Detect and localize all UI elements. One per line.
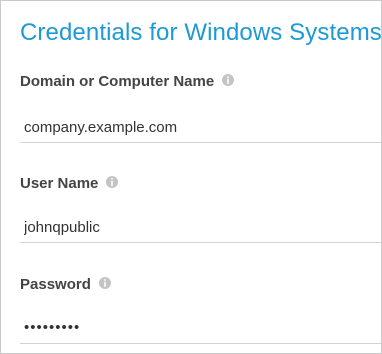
password-label-text: Password xyxy=(20,276,91,293)
username-label: User Name xyxy=(20,175,119,192)
domain-label: Domain or Computer Name xyxy=(20,73,235,90)
domain-input[interactable] xyxy=(20,113,381,143)
password-input[interactable]: ••••••••• xyxy=(20,314,381,344)
password-label: Password xyxy=(20,276,111,293)
info-icon[interactable] xyxy=(106,175,119,188)
username-input[interactable] xyxy=(20,213,381,243)
username-label-text: User Name xyxy=(20,175,99,192)
credentials-panel: Credentials for Windows Systems Domain o… xyxy=(0,0,382,354)
domain-label-text: Domain or Computer Name xyxy=(20,73,215,90)
info-icon[interactable] xyxy=(98,276,111,289)
info-icon[interactable] xyxy=(222,73,235,86)
panel-title: Credentials for Windows Systems xyxy=(20,19,382,46)
